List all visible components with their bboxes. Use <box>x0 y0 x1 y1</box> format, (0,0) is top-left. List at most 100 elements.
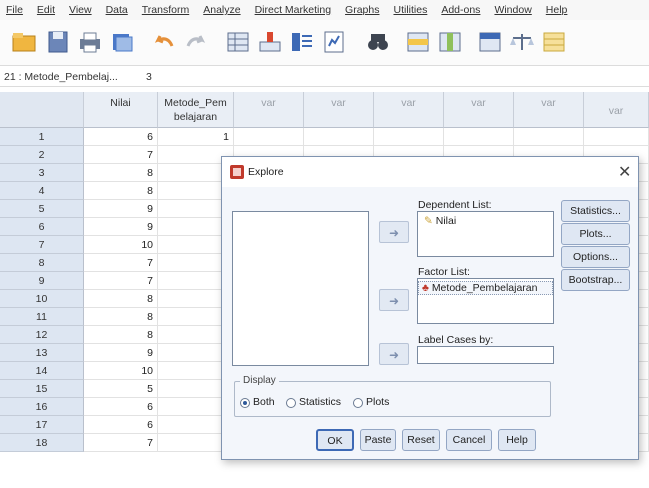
cell-nilai[interactable]: 9 <box>84 218 158 236</box>
row-header[interactable]: 11 <box>0 308 84 326</box>
cell-nilai[interactable]: 10 <box>84 236 158 254</box>
label-cases-field[interactable] <box>417 346 554 364</box>
row-header[interactable]: 14 <box>0 362 84 380</box>
bootstrap-button[interactable]: Bootstrap... <box>561 269 630 291</box>
row-header[interactable]: 4 <box>0 182 84 200</box>
col-header-var[interactable]: var <box>584 92 649 128</box>
cell-nilai[interactable]: 6 <box>84 128 158 146</box>
insert-variable-icon[interactable] <box>436 28 464 56</box>
goto-variable-icon[interactable] <box>256 28 284 56</box>
cell-nilai[interactable]: 7 <box>84 254 158 272</box>
dialog-titlebar[interactable]: Explore ✕ <box>222 157 638 187</box>
cell-empty[interactable] <box>444 128 514 146</box>
menu-graphs[interactable]: Graphs <box>345 4 379 16</box>
cell-nilai[interactable]: 6 <box>84 398 158 416</box>
source-variable-list[interactable] <box>232 211 369 366</box>
cell-nilai[interactable]: 8 <box>84 164 158 182</box>
col-header-nilai[interactable]: Nilai <box>84 92 158 128</box>
cell-empty[interactable] <box>234 128 304 146</box>
row-header[interactable]: 6 <box>0 218 84 236</box>
list-item[interactable]: ✎ Nilai <box>424 215 456 227</box>
cell-value[interactable]: 3 <box>146 71 152 83</box>
close-icon[interactable]: ✕ <box>618 162 631 182</box>
row-header[interactable]: 9 <box>0 272 84 290</box>
open-folder-icon[interactable] <box>10 28 38 56</box>
row-header[interactable]: 7 <box>0 236 84 254</box>
select-cases-icon[interactable] <box>540 28 568 56</box>
menu-analyze[interactable]: Analyze <box>203 4 240 16</box>
save-icon[interactable] <box>44 28 72 56</box>
row-header[interactable]: 16 <box>0 398 84 416</box>
list-item[interactable]: ♣ Metode_Pembelajaran <box>422 282 537 294</box>
options-button[interactable]: Options... <box>561 246 630 268</box>
move-to-dependent-button[interactable]: ➜ <box>379 221 409 243</box>
cell-empty[interactable] <box>374 128 444 146</box>
col-header-var[interactable]: var <box>514 92 584 128</box>
cell-nilai[interactable]: 9 <box>84 200 158 218</box>
paste-button[interactable]: Paste <box>360 429 396 451</box>
insert-cases-icon[interactable] <box>404 28 432 56</box>
undo-icon[interactable] <box>150 28 178 56</box>
find-icon[interactable] <box>364 28 392 56</box>
row-header[interactable]: 1 <box>0 128 84 146</box>
cell-nilai[interactable]: 8 <box>84 182 158 200</box>
menu-utilities[interactable]: Utilities <box>393 4 427 16</box>
cell-empty[interactable] <box>514 128 584 146</box>
move-to-factor-button[interactable]: ➜ <box>379 289 409 311</box>
row-header[interactable]: 17 <box>0 416 84 434</box>
cell-nilai[interactable]: 9 <box>84 344 158 362</box>
variables-icon[interactable] <box>288 28 316 56</box>
statistics-button[interactable]: Statistics... <box>561 200 630 222</box>
menu-add-ons[interactable]: Add-ons <box>441 4 480 16</box>
cell-metode[interactable]: 1 <box>158 128 234 146</box>
move-to-label-button[interactable]: ➜ <box>379 343 409 365</box>
weight-cases-icon[interactable] <box>508 28 536 56</box>
cell-nilai[interactable]: 7 <box>84 272 158 290</box>
print-icon[interactable] <box>76 28 104 56</box>
menu-help[interactable]: Help <box>546 4 568 16</box>
reset-button[interactable]: Reset <box>402 429 440 451</box>
menu-data[interactable]: Data <box>106 4 128 16</box>
display-statistics-radio[interactable] <box>286 398 296 408</box>
menu-transform[interactable]: Transform <box>142 4 189 16</box>
cell-nilai[interactable]: 7 <box>84 434 158 452</box>
ok-button[interactable]: OK <box>316 429 354 451</box>
row-header[interactable]: 18 <box>0 434 84 452</box>
row-header[interactable]: 3 <box>0 164 84 182</box>
col-header-var[interactable]: var <box>234 92 304 128</box>
goto-case-icon[interactable] <box>224 28 252 56</box>
cell-nilai[interactable]: 8 <box>84 308 158 326</box>
cell-empty[interactable] <box>584 128 649 146</box>
col-header-var[interactable]: var <box>444 92 514 128</box>
row-header[interactable]: 8 <box>0 254 84 272</box>
cell-nilai[interactable]: 8 <box>84 290 158 308</box>
col-header-var[interactable]: var <box>304 92 374 128</box>
row-header[interactable]: 12 <box>0 326 84 344</box>
menu-edit[interactable]: Edit <box>37 4 55 16</box>
menu-view[interactable]: View <box>69 4 92 16</box>
dialog-recall-icon[interactable] <box>108 28 136 56</box>
cell-nilai[interactable]: 6 <box>84 416 158 434</box>
row-header[interactable]: 15 <box>0 380 84 398</box>
col-header-metode[interactable]: Metode_Pem belajaran <box>158 92 234 128</box>
plots-button[interactable]: Plots... <box>561 223 630 245</box>
factor-list[interactable]: ♣ Metode_Pembelajaran <box>417 278 554 324</box>
split-file-icon[interactable] <box>476 28 504 56</box>
menu-window[interactable]: Window <box>494 4 531 16</box>
menu-file[interactable]: File <box>6 4 23 16</box>
cell-nilai[interactable]: 10 <box>84 362 158 380</box>
menu-direct-marketing[interactable]: Direct Marketing <box>255 4 331 16</box>
display-both-radio[interactable] <box>240 398 250 408</box>
chart-icon[interactable] <box>320 28 348 56</box>
cell-empty[interactable] <box>304 128 374 146</box>
col-header-var[interactable]: var <box>374 92 444 128</box>
row-header[interactable]: 13 <box>0 344 84 362</box>
row-header[interactable]: 5 <box>0 200 84 218</box>
cell-nilai[interactable]: 5 <box>84 380 158 398</box>
help-button[interactable]: Help <box>498 429 536 451</box>
row-header[interactable]: 2 <box>0 146 84 164</box>
display-plots-radio[interactable] <box>353 398 363 408</box>
cell-nilai[interactable]: 8 <box>84 326 158 344</box>
cancel-button[interactable]: Cancel <box>446 429 492 451</box>
redo-icon[interactable] <box>182 28 210 56</box>
